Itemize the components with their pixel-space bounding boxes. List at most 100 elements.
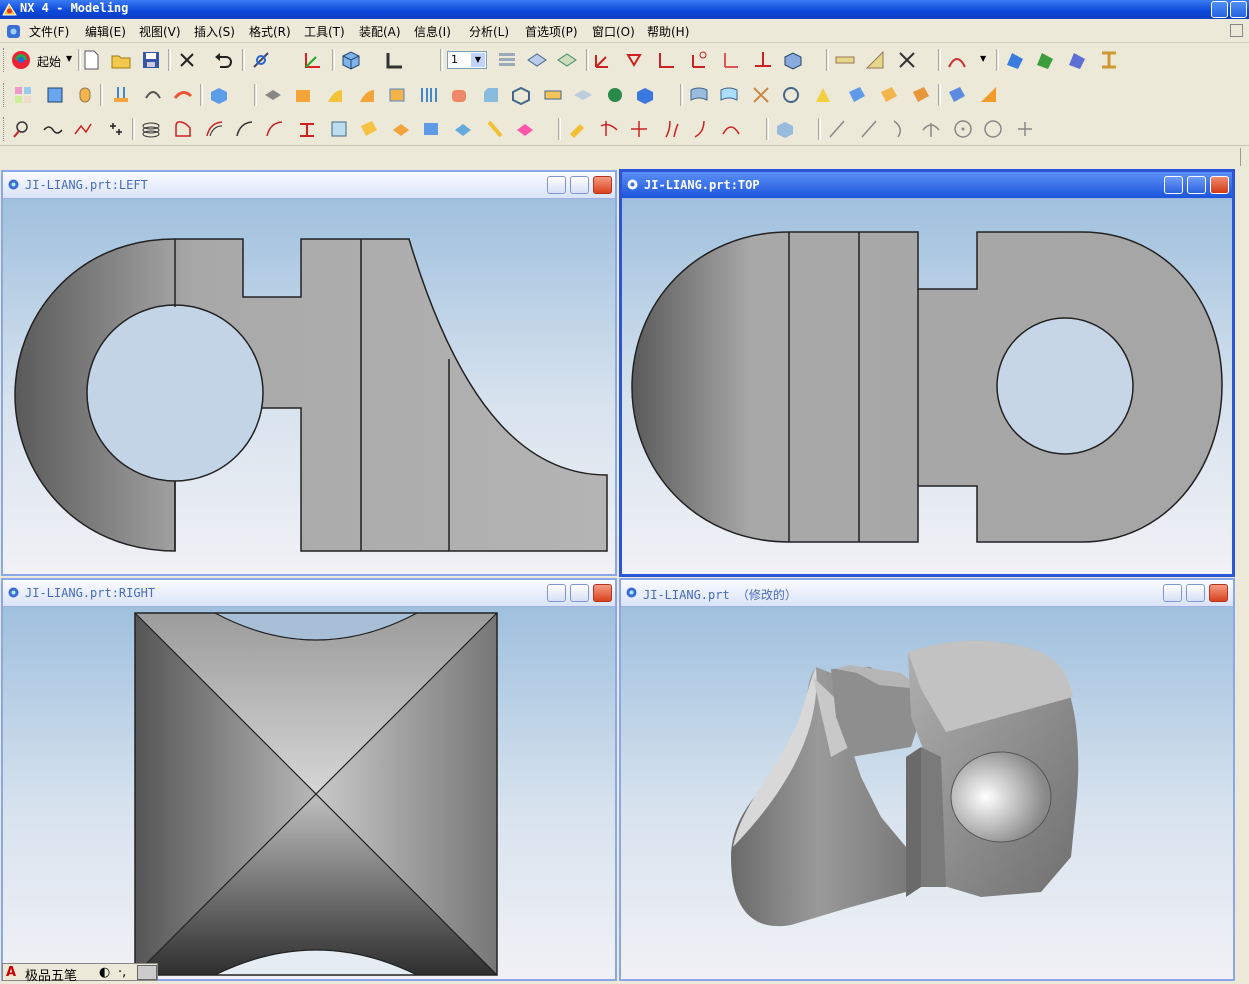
menu-info[interactable]: 信息(I) [414,23,451,40]
pocket-icon[interactable] [324,84,346,106]
basic-curves-icon[interactable] [104,118,126,140]
boolean-icon[interactable] [208,84,230,106]
thicken-icon[interactable] [604,84,626,106]
helix-icon[interactable] [140,118,162,140]
extract-curve-icon[interactable] [452,118,474,140]
menu-help[interactable]: 帮助(H) [647,23,689,40]
ruled-icon[interactable] [750,84,772,106]
start-menu-label[interactable]: 起始 [37,53,61,70]
wcs-change-xc-icon[interactable] [720,49,742,71]
work-layer-select[interactable]: 1 ▼ [447,51,487,69]
extension-icon[interactable] [846,84,868,106]
menu-tools[interactable]: 工具(T) [304,23,345,40]
close-viewport-button[interactable] [593,176,612,194]
close-viewport-button[interactable] [1210,176,1229,194]
viewport-canvas[interactable] [3,199,615,574]
viewport-right[interactable]: JI-LIANG.prt:RIGHT [1,578,617,981]
hole-icon[interactable] [262,84,284,106]
wcs-origin-icon[interactable] [592,49,614,71]
offset-surface-icon[interactable] [878,84,900,106]
combined-projection-icon[interactable] [358,118,380,140]
ime-moon-icon[interactable]: ◐ [99,965,110,980]
viewport-title-bar[interactable]: JI-LIANG.prt:LEFT [3,172,615,199]
point-constructor-icon[interactable] [250,49,272,71]
toolbar-grip[interactable] [3,117,7,141]
menu-file[interactable]: 文件(F) [29,23,69,40]
general-conic-icon[interactable] [172,118,194,140]
bridge-curve-icon[interactable] [234,118,256,140]
line-icon[interactable] [826,118,848,140]
wcs-dynamics-icon[interactable] [624,49,646,71]
menu-preferences[interactable]: 首选项(P) [525,23,578,40]
toolbar-grip[interactable] [3,48,7,72]
swept-surface-icon[interactable] [780,84,802,106]
edit-curve-parameters-icon[interactable] [720,118,742,140]
wrap-curve-icon[interactable] [514,118,536,140]
wcs-orient-icon[interactable] [688,49,710,71]
plus-point-icon[interactable] [1014,118,1036,140]
menu-analysis[interactable]: 分析(L) [469,23,509,40]
simplify-curve-icon[interactable] [264,118,286,140]
move-to-layer-icon[interactable] [556,49,578,71]
undo-icon[interactable] [212,49,234,71]
viewport-left[interactable]: JI-LIANG.prt:LEFT [1,170,617,576]
trim-curve-icon[interactable] [598,118,620,140]
maximize-viewport-button[interactable] [570,176,589,194]
offset-curve-icon[interactable] [204,118,226,140]
viewport-canvas[interactable] [621,607,1233,979]
patch-icon[interactable] [978,84,1000,106]
scale-icon[interactable] [572,84,594,106]
extrude-icon[interactable] [110,84,132,106]
layer-dropdown-arrow-icon[interactable]: ▼ [471,53,485,67]
minimize-viewport-button[interactable] [1163,584,1182,602]
groove-icon[interactable] [418,84,440,106]
slope-icon[interactable] [1066,49,1088,71]
through-curves-icon[interactable] [688,84,710,106]
trim-corner-icon[interactable] [628,118,650,140]
start-dropdown-arrow-icon[interactable]: ▼ [66,54,72,63]
ime-softkeyboard-icon[interactable] [137,965,157,980]
menu-edit[interactable]: 编辑(E) [85,23,126,40]
maximize-viewport-button[interactable] [1187,176,1206,194]
viewport-canvas[interactable] [622,199,1232,574]
through-curve-mesh-icon[interactable] [718,84,740,106]
save-icon[interactable] [140,49,162,71]
menu-assembly[interactable]: 装配(A) [359,23,401,40]
close-viewport-button[interactable] [1209,584,1228,602]
face-analysis-icon[interactable] [1004,49,1026,71]
maximize-window-button[interactable] [1230,1,1247,18]
menu-format[interactable]: 格式(R) [249,23,291,40]
edge-blend-icon[interactable] [448,84,470,106]
isoparametric-curve-icon[interactable] [484,118,506,140]
point-icon[interactable] [10,118,32,140]
measure-angle-icon[interactable] [864,49,886,71]
pad-icon[interactable] [356,84,378,106]
revolve-icon[interactable] [142,84,164,106]
sweep-icon[interactable] [172,84,194,106]
wcs-icon[interactable] [302,49,324,71]
start-icon[interactable] [10,49,32,71]
boss-icon[interactable] [292,84,314,106]
line-2-icon[interactable] [858,118,880,140]
viewport-title-bar[interactable]: JI-LIANG.prt:RIGHT [3,580,615,607]
toolbar-grip[interactable] [3,83,7,107]
minimize-viewport-button[interactable] [547,584,566,602]
maximize-viewport-button[interactable] [570,584,589,602]
shell-icon[interactable] [510,84,532,106]
block-icon[interactable] [44,84,66,106]
arc-icon[interactable] [888,118,910,140]
divide-curve-icon[interactable] [660,118,682,140]
slot-icon[interactable] [386,84,408,106]
orient-view-icon[interactable] [384,49,406,71]
viewport-title-bar[interactable]: JI-LIANG.prt （修改的） [621,580,1233,607]
circle-icon[interactable] [982,118,1004,140]
minimize-viewport-button[interactable] [547,176,566,194]
point-set-icon[interactable] [72,118,94,140]
viewport-isometric[interactable]: JI-LIANG.prt （修改的） [619,578,1235,981]
minimize-viewport-button[interactable] [1164,176,1183,194]
minimize-window-button[interactable] [1211,1,1228,18]
reflection-icon[interactable] [1034,49,1056,71]
join-curves-icon[interactable] [296,118,318,140]
menu-view[interactable]: 视图(V) [139,23,181,40]
analysis-dropdown-arrow-icon[interactable]: ▼ [980,54,986,63]
